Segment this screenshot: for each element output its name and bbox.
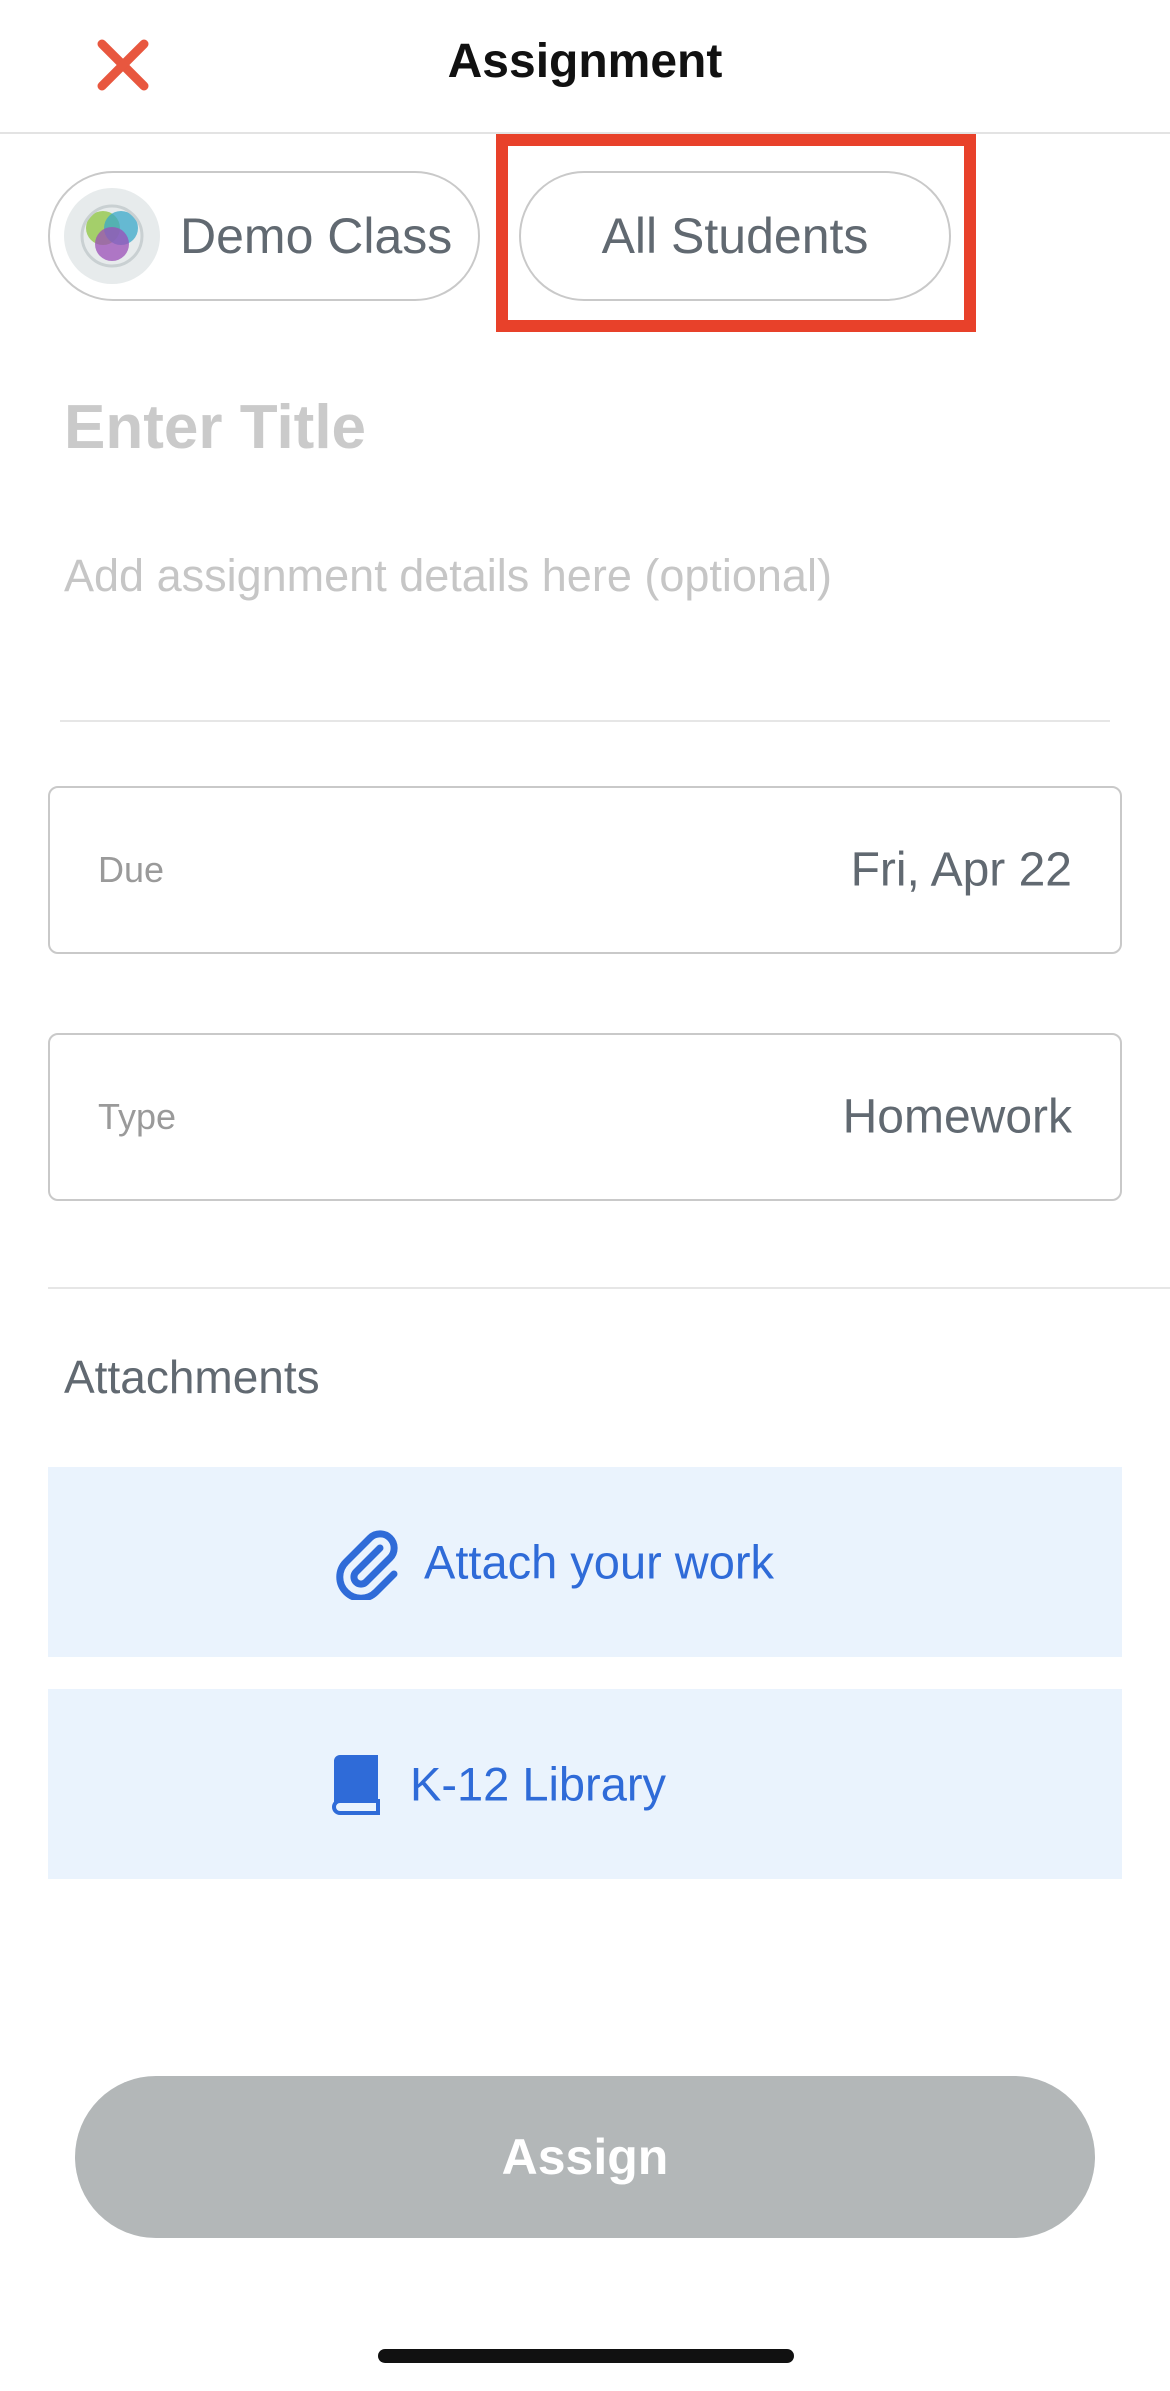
- due-value: Fri, Apr 22: [850, 843, 1072, 897]
- class-avatar-icon: [80, 204, 144, 268]
- details-input[interactable]: Add assignment details here (optional): [64, 550, 832, 602]
- type-field[interactable]: Type Homework: [48, 1033, 1122, 1201]
- class-selector-button[interactable]: Demo Class: [48, 171, 480, 301]
- attachments-heading: Attachments: [64, 1351, 320, 1403]
- header-bar: Assignment: [0, 0, 1170, 134]
- assign-label: Assign: [501, 2129, 669, 2185]
- type-value: Homework: [842, 1090, 1072, 1144]
- due-date-field[interactable]: Due Fri, Apr 22: [48, 786, 1122, 954]
- k12-library-label: K-12 Library: [410, 1757, 666, 1811]
- home-indicator: [378, 2349, 794, 2363]
- class-avatar: [64, 188, 160, 284]
- page-title: Assignment: [447, 35, 723, 88]
- class-selector-label: Demo Class: [180, 208, 453, 264]
- due-label: Due: [98, 849, 165, 890]
- k12-library-button[interactable]: K-12 Library: [48, 1689, 1122, 1879]
- paperclip-icon: [336, 1530, 398, 1600]
- attach-work-label: Attach your work: [424, 1535, 775, 1589]
- assign-button[interactable]: Assign: [75, 2076, 1095, 2238]
- book-icon: [331, 1755, 380, 1815]
- attach-work-button[interactable]: Attach your work: [48, 1467, 1122, 1657]
- divider: [48, 1287, 1170, 1289]
- highlight-annotation-box: [496, 134, 976, 332]
- title-input[interactable]: Enter Title: [64, 392, 366, 463]
- divider: [60, 720, 1110, 722]
- type-label: Type: [98, 1096, 177, 1137]
